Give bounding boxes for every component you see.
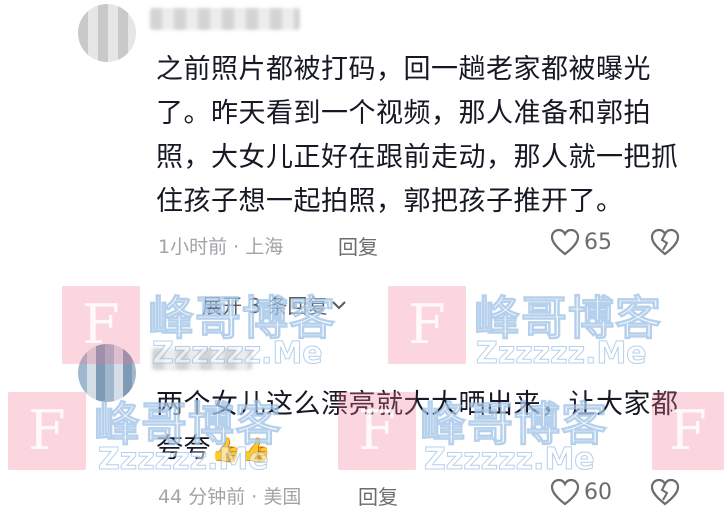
like-button[interactable]: 60 bbox=[550, 478, 612, 506]
chevron-down-icon bbox=[332, 300, 347, 309]
like-count: 60 bbox=[584, 479, 612, 505]
expand-replies-button[interactable]: 展开 3 条回复 bbox=[202, 290, 347, 319]
watermark-logo: F bbox=[8, 392, 86, 470]
watermark-brand-cn: 峰哥博客 bbox=[474, 291, 662, 346]
watermark-brand-en: Zzzzzz.Me bbox=[476, 336, 648, 372]
heart-outline-icon bbox=[550, 228, 580, 256]
reply-button[interactable]: 回复 bbox=[338, 231, 378, 260]
dislike-button[interactable] bbox=[650, 228, 680, 260]
username-blurred[interactable] bbox=[152, 348, 252, 370]
heart-outline-icon bbox=[550, 478, 580, 506]
like-count: 65 bbox=[584, 229, 612, 255]
comment-meta: 1小时前 · 上海 bbox=[158, 236, 284, 258]
watermark-logo: F bbox=[388, 286, 466, 364]
broken-heart-icon bbox=[650, 228, 680, 256]
avatar[interactable] bbox=[78, 4, 136, 62]
reply-button[interactable]: 回复 bbox=[358, 481, 398, 510]
like-button[interactable]: 65 bbox=[550, 228, 612, 256]
avatar[interactable] bbox=[78, 344, 136, 402]
username-blurred[interactable] bbox=[150, 8, 300, 30]
comment-text: 之前照片都被打码，回一趟老家都被曝光了。昨天看到一个视频，那人准备和郭拍照，大女… bbox=[156, 54, 679, 217]
dislike-button[interactable] bbox=[650, 478, 680, 510]
thumbs-up-emoji: 👍👍 bbox=[211, 435, 272, 464]
broken-heart-icon bbox=[650, 478, 680, 506]
comment-meta: 44 分钟前 · 美国 bbox=[158, 486, 302, 508]
comment-text: 两个女儿这么漂亮就大大晒出来，让大家都夸夸👍👍 bbox=[156, 383, 696, 472]
expand-replies-label: 展开 3 条回复 bbox=[202, 294, 328, 318]
